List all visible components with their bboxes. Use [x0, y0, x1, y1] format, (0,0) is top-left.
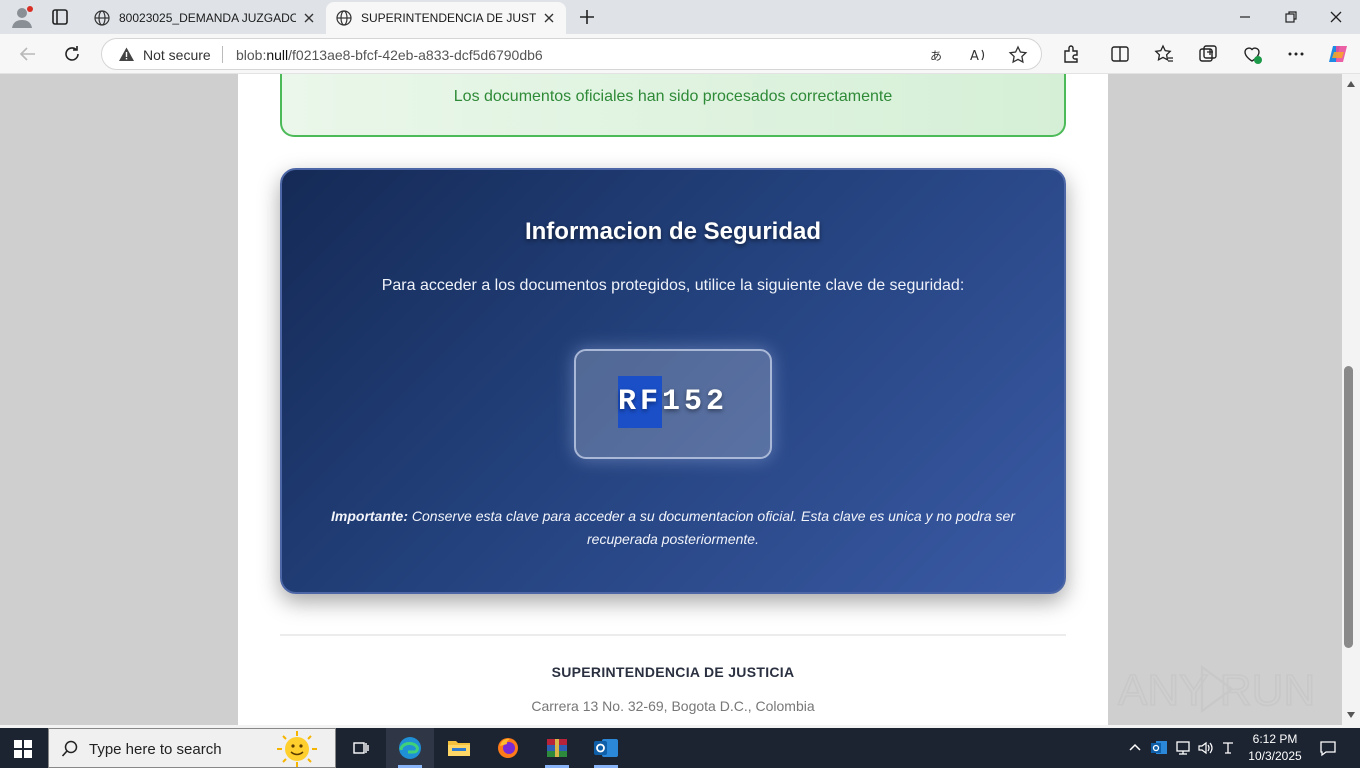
favorites-icon[interactable]: [1153, 43, 1175, 65]
search-placeholder: Type here to search: [89, 741, 222, 758]
restore-icon[interactable]: [1281, 7, 1301, 27]
favorite-star-icon[interactable]: [1008, 45, 1028, 65]
system-clock[interactable]: 6:12 PM 10/3/2025: [1238, 731, 1312, 765]
security-key-selected-text[interactable]: RF: [617, 376, 662, 428]
taskbar-outlook[interactable]: [582, 728, 630, 768]
profile-avatar-icon[interactable]: [10, 5, 34, 29]
svg-text:A: A: [970, 49, 979, 64]
scroll-up-arrow-icon[interactable]: [1346, 80, 1356, 88]
translate-icon[interactable]: あ: [928, 45, 948, 65]
security-key-box[interactable]: RF152: [574, 349, 772, 459]
watermark-text: ANY RUN: [1118, 666, 1315, 715]
copilot-icon[interactable]: [1327, 43, 1349, 65]
globe-icon: [94, 10, 110, 26]
success-message: Los documentos oficiales han sido proces…: [453, 88, 893, 105]
network-icon[interactable]: [1174, 739, 1192, 757]
tab-actions-icon[interactable]: [49, 7, 71, 27]
outlook-icon: [594, 739, 618, 757]
anyrun-watermark: ANY RUN: [1117, 664, 1316, 716]
address-bar[interactable]: Not secure blob:null/f0213ae8-bfcf-42eb-…: [101, 38, 1042, 70]
security-instruction: Para acceder a los documentos protegidos…: [381, 277, 965, 294]
address-separator: [222, 46, 223, 63]
tab-demanda[interactable]: 80023025_DEMANDA JUZGADO C: [84, 2, 326, 34]
notifications-icon[interactable]: [1318, 738, 1338, 758]
outlook-tray-icon[interactable]: [1150, 739, 1168, 757]
security-note: Importante: Conserve esta clave para acc…: [322, 505, 1024, 551]
weather-sun-icon[interactable]: [269, 730, 325, 768]
volume-icon[interactable]: [1197, 739, 1215, 757]
footer-address: Carrera 13 No. 32-69, Bogota D.C., Colom…: [531, 698, 815, 714]
page-viewport: Los documentos oficiales han sido proces…: [0, 74, 1342, 725]
taskbar-edge[interactable]: [386, 728, 434, 768]
winrar-icon: [547, 739, 567, 757]
tab-title: 80023025_DEMANDA JUZGADO C: [119, 11, 296, 25]
search-icon: [61, 740, 78, 757]
tab-title: SUPERINTENDENCIA DE JUSTICIA: [361, 11, 536, 25]
clock-time: 6:12 PM: [1252, 732, 1298, 746]
show-hidden-icons-chevron-icon[interactable]: [1126, 739, 1144, 757]
footer-organization-name: SUPERINTENDENCIA DE JUSTICIA: [551, 664, 795, 680]
back-arrow-icon[interactable]: [17, 43, 39, 65]
close-window-icon[interactable]: [1326, 7, 1346, 27]
navigation-bar: Not secure blob:null/f0213ae8-bfcf-42eb-…: [0, 34, 1360, 74]
firefox-icon: [498, 738, 518, 758]
security-note-label: Importante:: [331, 508, 408, 524]
page-content: Los documentos oficiales han sido proces…: [238, 74, 1108, 725]
close-tab-icon[interactable]: [302, 11, 316, 25]
new-tab-icon[interactable]: [577, 7, 597, 27]
minimize-icon[interactable]: [1235, 7, 1255, 27]
taskbar-winrar[interactable]: [533, 728, 581, 768]
security-key-rest[interactable]: 152: [662, 385, 728, 419]
close-tab-icon[interactable]: [542, 11, 556, 25]
svg-text:あ: あ: [930, 49, 942, 63]
security-note-text: Conserve esta clave para acceder a su do…: [408, 508, 1015, 547]
security-info-card: Informacion de Seguridad Para acceder a …: [280, 168, 1066, 594]
task-view-icon: [353, 742, 369, 754]
security-title: Informacion de Seguridad: [524, 218, 822, 245]
windows-start-icon[interactable]: [13, 739, 33, 759]
success-banner: Los documentos oficiales han sido proces…: [280, 74, 1066, 137]
tab-superintendencia[interactable]: SUPERINTENDENCIA DE JUSTICIA: [326, 2, 566, 34]
tab-strip: 80023025_DEMANDA JUZGADO C SUPERINTENDEN…: [0, 0, 1360, 34]
folder-icon: [448, 741, 470, 756]
task-view-button[interactable]: [337, 728, 385, 768]
warning-icon[interactable]: [118, 46, 135, 63]
split-screen-icon[interactable]: [1109, 43, 1131, 65]
windows-taskbar: Type here to search 6:12 PM 10/3/2025: [0, 728, 1360, 768]
taskbar-firefox[interactable]: [484, 728, 532, 768]
extensions-icon[interactable]: [1060, 43, 1082, 65]
read-aloud-icon[interactable]: A: [968, 45, 988, 65]
language-keyboard-icon[interactable]: [1220, 739, 1238, 757]
refresh-icon[interactable]: [61, 43, 83, 65]
edge-browser-icon: [399, 737, 421, 759]
clock-date: 10/3/2025: [1248, 749, 1302, 763]
collections-icon[interactable]: [1197, 43, 1219, 65]
browser-essentials-icon[interactable]: [1241, 43, 1263, 65]
footer-divider: [280, 634, 1066, 636]
taskbar-file-explorer[interactable]: [435, 728, 483, 768]
scrollbar-thumb[interactable]: [1344, 366, 1353, 648]
security-key[interactable]: RF152: [576, 376, 770, 428]
more-options-icon[interactable]: [1285, 43, 1307, 65]
vertical-scrollbar[interactable]: [1342, 74, 1360, 725]
globe-icon: [336, 10, 352, 26]
taskbar-search-box[interactable]: Type here to search: [48, 728, 336, 768]
security-status-label[interactable]: Not secure: [143, 47, 211, 63]
url-text[interactable]: blob:null/f0213ae8-bfcf-42eb-a833-dcf5d6…: [236, 47, 543, 63]
scroll-down-arrow-icon[interactable]: [1346, 711, 1356, 719]
